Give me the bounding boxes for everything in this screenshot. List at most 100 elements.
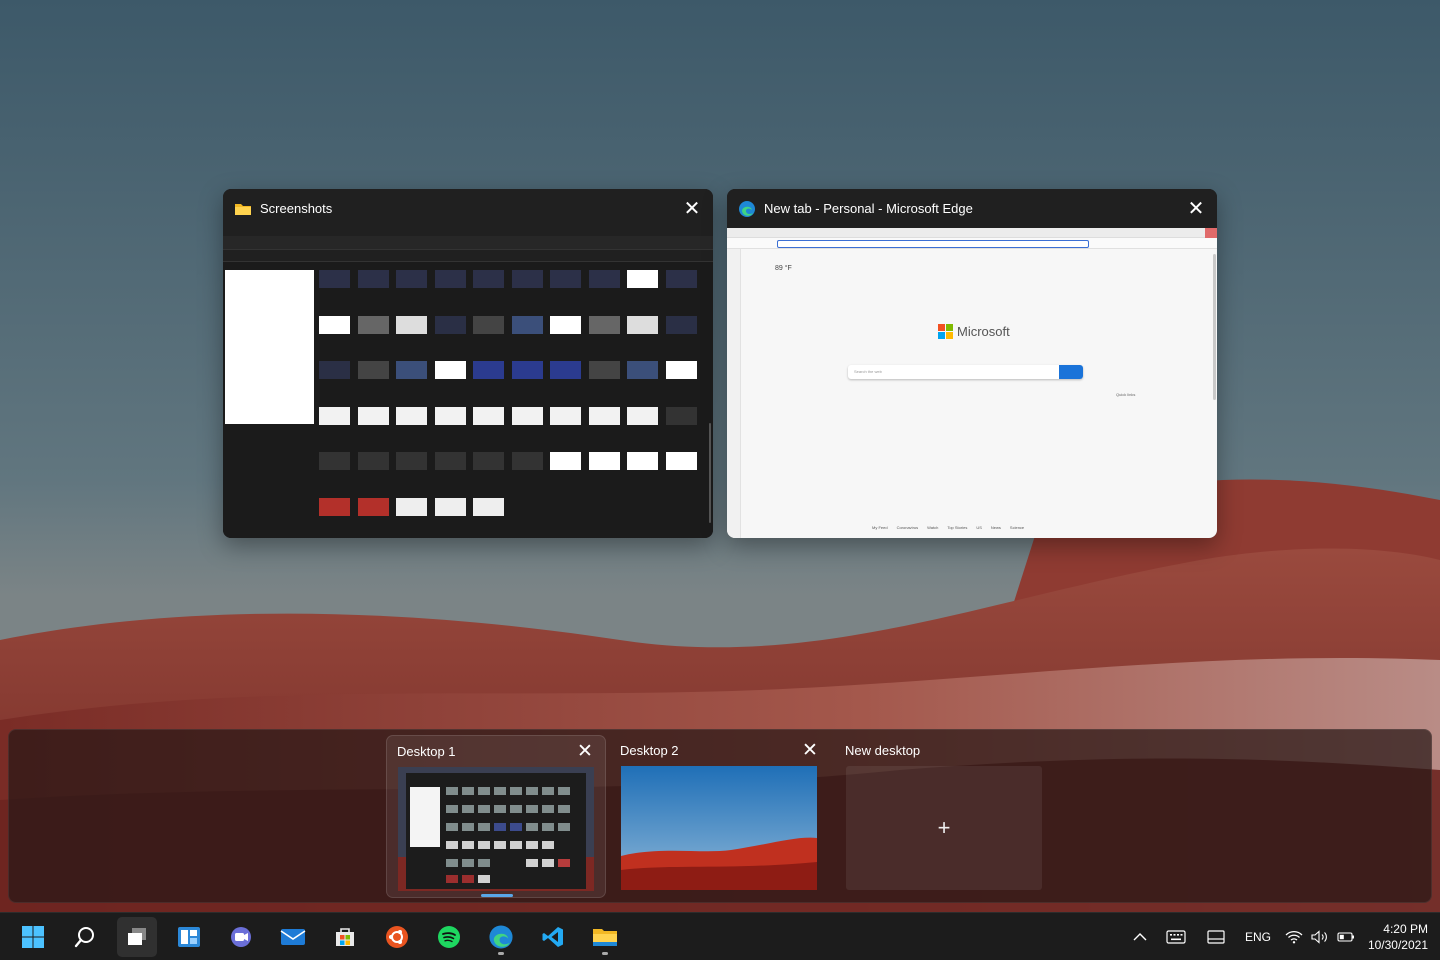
feed-tabs: My Feed Coronavirus Watch Top Stories US… xyxy=(872,525,1025,530)
file-thumbnail xyxy=(588,270,620,288)
file-explorer-button[interactable] xyxy=(585,917,625,957)
file-thumbnail xyxy=(550,270,581,288)
window-title: New tab - Personal - Microsoft Edge xyxy=(764,201,973,216)
window-thumbnail[interactable] xyxy=(223,228,713,538)
start-button[interactable] xyxy=(13,917,53,957)
plus-icon: + xyxy=(937,815,951,840)
file-thumbnail xyxy=(319,452,350,470)
widgets-icon xyxy=(178,927,200,947)
file-thumbnail xyxy=(588,452,620,470)
desktop-thumbnail[interactable] xyxy=(621,766,817,890)
file-thumbnail xyxy=(550,406,581,425)
task-view-window-edge[interactable]: New tab - Personal - Microsoft Edge ✕ 89… xyxy=(727,189,1217,538)
desktop-2[interactable]: Desktop 2 ✕ xyxy=(610,735,830,898)
window-header: Screenshots ✕ xyxy=(223,189,713,228)
file-thumbnail xyxy=(396,315,427,334)
add-desktop-button[interactable]: + xyxy=(846,766,1042,890)
language-indicator[interactable]: ENG xyxy=(1240,913,1276,960)
close-desktop-button[interactable]: ✕ xyxy=(575,740,595,763)
file-thumbnail xyxy=(473,315,504,334)
ubuntu-button[interactable] xyxy=(377,917,417,957)
file-explorer-icon xyxy=(593,929,617,946)
clock[interactable]: 4:20 PM 10/30/2021 xyxy=(1368,921,1428,953)
file-thumbnail xyxy=(473,361,504,379)
new-desktop-label: New desktop xyxy=(845,742,921,758)
vscode-icon xyxy=(542,927,563,947)
microsoft-logo: Microsoft xyxy=(938,324,1010,339)
file-thumbnail xyxy=(665,406,697,425)
ubuntu-icon xyxy=(386,926,408,948)
file-thumbnail xyxy=(473,452,504,470)
web-search-box[interactable]: Search the web xyxy=(848,365,1083,379)
file-thumbnail xyxy=(511,315,543,334)
pen-menu-button[interactable] xyxy=(1202,913,1230,960)
touch-keyboard-button[interactable] xyxy=(1162,913,1190,960)
close-window-button[interactable]: ✕ xyxy=(681,198,703,220)
file-thumbnail xyxy=(357,315,389,334)
start-icon xyxy=(22,926,44,948)
mail-button[interactable] xyxy=(273,917,313,957)
folder-icon xyxy=(235,203,251,215)
file-thumbnail xyxy=(588,315,620,334)
file-thumbnail xyxy=(627,406,658,425)
weather-widget: 89 °F xyxy=(775,265,792,272)
widgets-button[interactable] xyxy=(169,917,209,957)
teams-chat-icon xyxy=(231,927,251,947)
task-view-button[interactable] xyxy=(117,917,157,957)
file-thumbnail xyxy=(396,452,427,470)
file-thumbnail xyxy=(434,406,466,425)
file-thumbnail xyxy=(357,406,389,425)
edge-taskbar-button[interactable] xyxy=(481,917,521,957)
file-thumbnail xyxy=(665,452,697,470)
file-thumbnail xyxy=(511,452,543,470)
file-thumbnail xyxy=(319,497,350,516)
file-thumbnail xyxy=(434,315,466,334)
show-hidden-icons-button[interactable] xyxy=(1126,913,1154,960)
file-thumbnail xyxy=(319,270,350,288)
file-thumbnail xyxy=(550,315,581,334)
chat-button[interactable] xyxy=(221,917,261,957)
clock-date: 10/30/2021 xyxy=(1367,938,1428,952)
desktop-label: Desktop 2 xyxy=(620,742,679,758)
new-desktop[interactable]: New desktop + xyxy=(835,735,1055,898)
close-desktop-button[interactable]: ✕ xyxy=(800,739,820,762)
desktop-thumbnail[interactable] xyxy=(398,767,594,891)
chevron-up-icon xyxy=(1133,933,1147,941)
file-thumbnail xyxy=(550,452,581,470)
quick-links: Quick links xyxy=(1116,392,1136,397)
file-thumbnail xyxy=(665,315,697,334)
running-indicator xyxy=(602,952,608,955)
file-thumbnail xyxy=(588,361,620,379)
store-button[interactable] xyxy=(325,917,365,957)
vscode-button[interactable] xyxy=(533,917,573,957)
file-thumbnail xyxy=(511,361,543,379)
window-thumbnail[interactable]: 89 °F Microsoft Search the web Quick lin… xyxy=(727,228,1217,538)
navigation-pane xyxy=(225,264,314,534)
file-thumbnail xyxy=(396,361,427,379)
search-icon xyxy=(74,927,94,948)
task-view-window-explorer[interactable]: Screenshots ✕ xyxy=(223,189,713,538)
file-thumbnail xyxy=(473,270,504,288)
spotify-button[interactable] xyxy=(429,917,469,957)
window-header: New tab - Personal - Microsoft Edge ✕ xyxy=(727,189,1217,228)
file-thumbnail xyxy=(511,270,543,288)
file-thumbnail xyxy=(665,270,697,288)
close-window-button[interactable]: ✕ xyxy=(1185,198,1207,220)
edge-icon xyxy=(739,200,755,217)
file-thumbnail xyxy=(434,361,466,379)
desktop-1[interactable]: Desktop 1 ✕ xyxy=(386,735,606,898)
file-thumbnail xyxy=(396,406,427,425)
file-thumbnail xyxy=(473,406,504,425)
file-thumbnail xyxy=(627,452,658,470)
file-thumbnail xyxy=(434,270,466,288)
file-thumbnail xyxy=(434,452,466,470)
taskbar: ENG 4:20 PM 10/30/2021 xyxy=(0,912,1440,960)
battery-icon xyxy=(1337,932,1354,942)
wifi-icon xyxy=(1285,930,1303,944)
clock-time: 4:20 PM xyxy=(1383,922,1428,936)
file-thumbnail xyxy=(627,361,658,379)
search-button[interactable] xyxy=(65,917,105,957)
window-title: Screenshots xyxy=(260,201,333,216)
quick-settings-button[interactable] xyxy=(1282,913,1358,960)
running-indicator xyxy=(498,952,504,955)
